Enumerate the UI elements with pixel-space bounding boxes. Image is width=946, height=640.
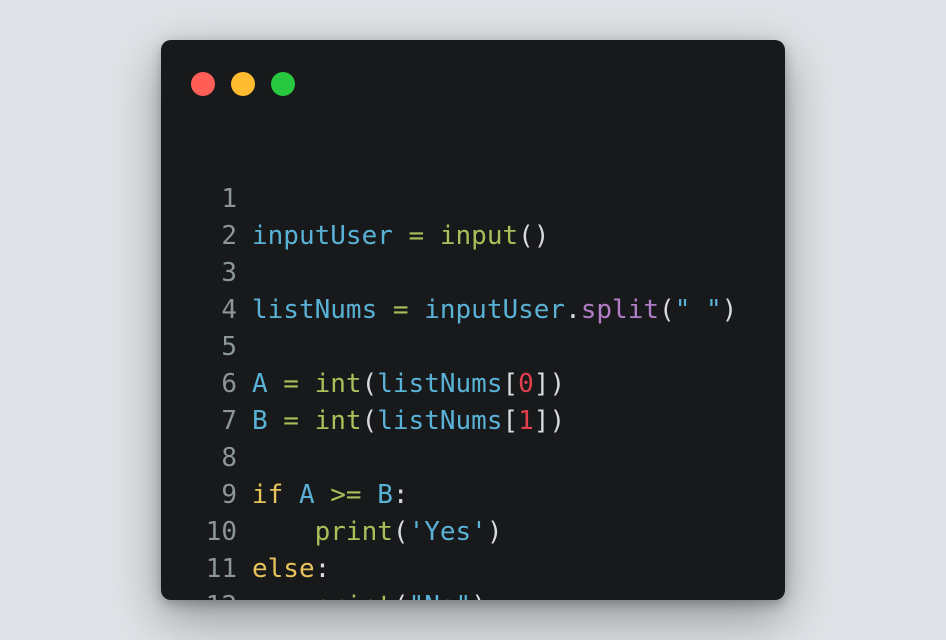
- code-line: 5 A = int(listNums[0]): [161, 292, 785, 399]
- code-line: 3 listNums = inputUser.split(" "): [161, 218, 785, 325]
- code-line: 7: [161, 366, 785, 436]
- code-line: 12: [161, 551, 785, 600]
- code-line: 10 else:: [161, 477, 785, 584]
- code-line: 4: [161, 255, 785, 325]
- code-line: 9 print('Yes'): [161, 440, 785, 547]
- code-line: 1 inputUser = input(): [161, 144, 785, 251]
- code-line: 8 if A >= B:: [161, 403, 785, 510]
- minimize-window-button[interactable]: [231, 72, 255, 96]
- code-line: 2: [161, 181, 785, 251]
- code-editor: 1 inputUser = input() 2 3 listNums = inp…: [161, 144, 785, 600]
- line-text: print("No"): [252, 588, 487, 600]
- line-number: 12: [177, 588, 237, 600]
- code-window: 1 inputUser = input() 2 3 listNums = inp…: [161, 40, 785, 600]
- code-line: 6 B = int(listNums[1]): [161, 329, 785, 436]
- window-titlebar: [161, 40, 785, 130]
- code-line: 11 print("No"): [161, 514, 785, 600]
- maximize-window-button[interactable]: [271, 72, 295, 96]
- close-window-button[interactable]: [191, 72, 215, 96]
